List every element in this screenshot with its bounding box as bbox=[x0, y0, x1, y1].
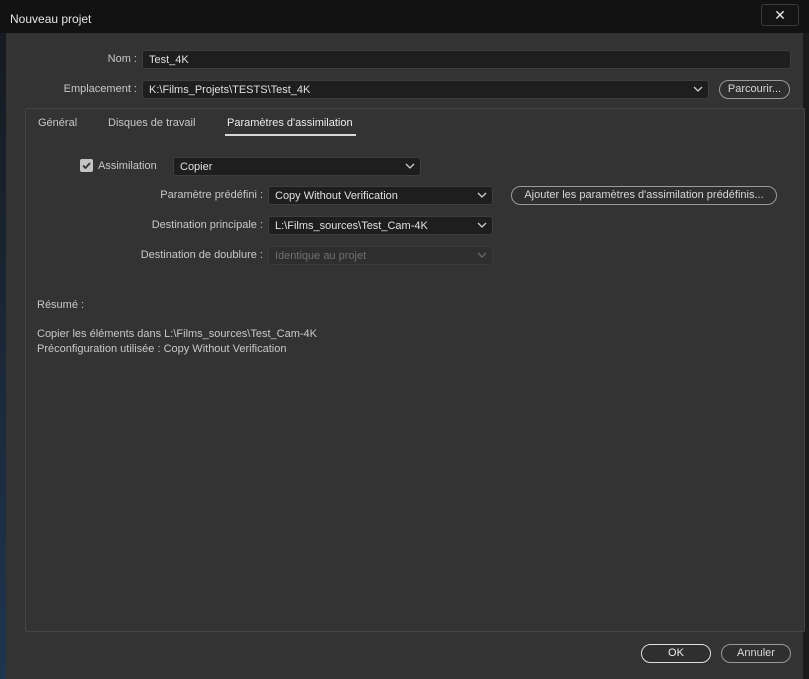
ingest-checkbox[interactable] bbox=[80, 159, 93, 172]
ingest-mode-value: Copier bbox=[180, 161, 213, 173]
chevron-down-icon bbox=[405, 163, 415, 169]
location-value: K:\Films_Projets\TESTS\Test_4K bbox=[149, 84, 311, 96]
primary-destination-dropdown[interactable]: L:\Films_sources\Test_Cam-4K bbox=[268, 216, 493, 235]
chevron-down-icon bbox=[477, 222, 487, 228]
add-ingest-preset-button[interactable]: Ajouter les paramètres d'assimilation pr… bbox=[511, 186, 777, 205]
summary-line-copy: Copier les éléments dans L:\Films_source… bbox=[37, 328, 318, 340]
tab-general[interactable]: Général bbox=[38, 117, 77, 129]
duplicate-destination-label: Destination de doublure : bbox=[140, 249, 263, 261]
active-tab-indicator bbox=[225, 134, 356, 136]
chevron-down-icon bbox=[477, 192, 487, 198]
name-field[interactable]: Test_4K bbox=[142, 50, 791, 69]
cancel-button[interactable]: Annuler bbox=[721, 644, 791, 663]
primary-destination-value: L:\Films_sources\Test_Cam-4K bbox=[275, 220, 428, 232]
close-button[interactable]: ✕ bbox=[761, 4, 799, 26]
location-label: Emplacement : bbox=[63, 83, 137, 95]
tab-scratch-disks[interactable]: Disques de travail bbox=[108, 117, 195, 129]
summary-heading: Résumé : bbox=[37, 299, 85, 311]
title-bar: Nouveau projet ✕ bbox=[0, 0, 809, 33]
preset-dropdown[interactable]: Copy Without Verification bbox=[268, 186, 493, 205]
duplicate-destination-value: Identique au projet bbox=[275, 250, 367, 262]
duplicate-destination-dropdown: Identique au projet bbox=[268, 246, 493, 265]
name-label: Nom : bbox=[107, 53, 137, 65]
ok-button[interactable]: OK bbox=[641, 644, 711, 663]
location-dropdown[interactable]: K:\Films_Projets\TESTS\Test_4K bbox=[142, 80, 709, 99]
ingest-mode-dropdown[interactable]: Copier bbox=[173, 157, 421, 176]
summary-line-preset: Préconfiguration utilisée : Copy Without… bbox=[37, 343, 287, 355]
window-title: Nouveau projet bbox=[10, 12, 92, 26]
preset-label: Paramètre prédéfini : bbox=[160, 189, 263, 201]
tab-ingest-settings[interactable]: Paramètres d'assimilation bbox=[227, 117, 353, 129]
ingest-label: Assimilation bbox=[98, 160, 157, 172]
preset-value: Copy Without Verification bbox=[275, 190, 398, 202]
close-icon: ✕ bbox=[774, 7, 786, 23]
chevron-down-icon bbox=[693, 86, 703, 92]
chevron-down-icon bbox=[477, 252, 487, 258]
browse-button[interactable]: Parcourir... bbox=[719, 80, 790, 99]
primary-destination-label: Destination principale : bbox=[151, 219, 263, 231]
checkmark-icon bbox=[82, 162, 91, 170]
